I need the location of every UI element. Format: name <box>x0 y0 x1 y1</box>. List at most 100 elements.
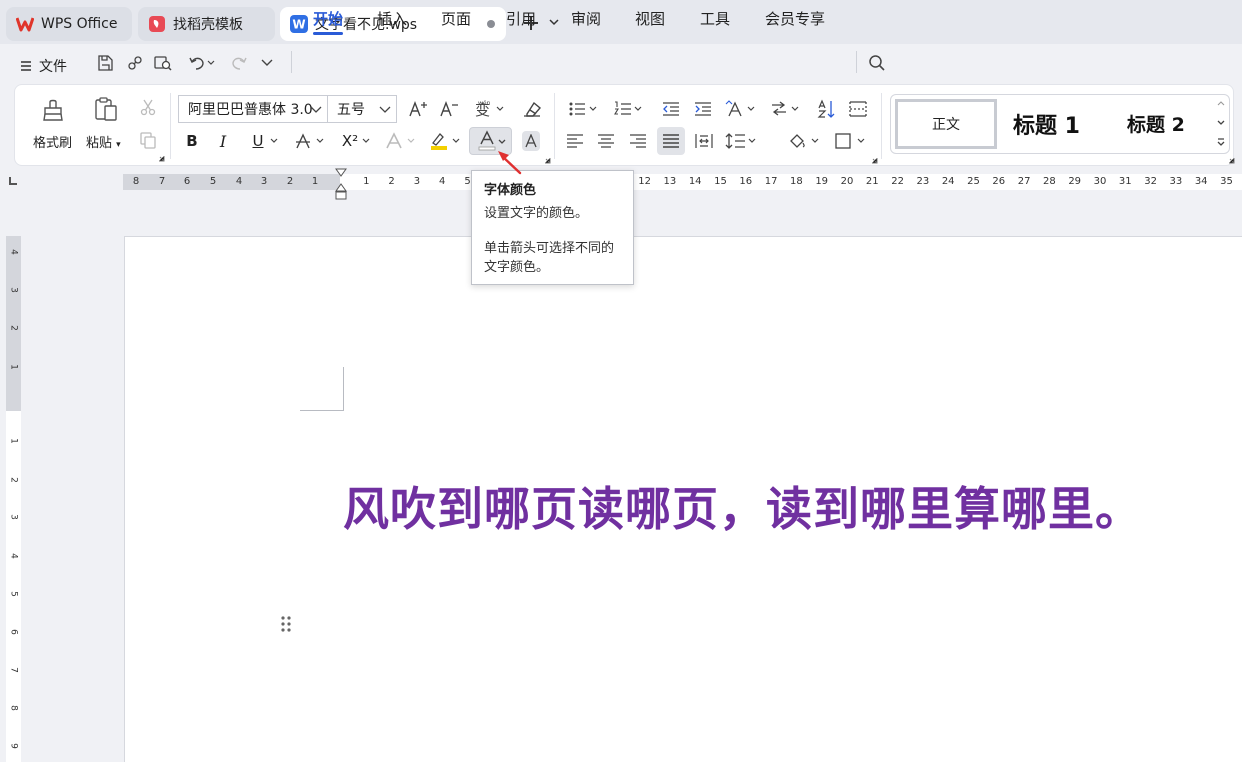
font-size-select[interactable]: 五号 <box>327 95 397 123</box>
tab-insert[interactable]: 插入 <box>377 8 407 30</box>
ruler-tick: 28 <box>1043 176 1056 187</box>
undo-chevron-icon[interactable] <box>205 52 217 74</box>
copy-icon <box>137 129 159 151</box>
document-body-text[interactable]: 风吹到哪页读哪页，读到哪里算哪里。 <box>343 473 1142 539</box>
svg-text:wén: wén <box>478 100 491 107</box>
italic-button[interactable]: I <box>212 129 234 153</box>
bullet-list-icon[interactable] <box>567 97 599 121</box>
search-icon[interactable] <box>866 52 888 74</box>
ruler-tick: 3 <box>8 287 19 293</box>
tab-view[interactable]: 视图 <box>635 8 665 30</box>
decrease-indent-icon[interactable] <box>660 97 682 121</box>
unsaved-dot-icon[interactable] <box>487 20 495 28</box>
show-marks-icon[interactable] <box>846 97 870 121</box>
font-launcher-icon[interactable] <box>544 157 551 164</box>
font-name-value: 阿里巴巴普惠体 3.0 <box>188 102 313 118</box>
indent-marker-icon[interactable] <box>335 168 347 200</box>
horizontal-ruler[interactable]: 8 7 6 5 4 3 2 1 1 2 3 4 5 12 13 14 15 16 17 18 19 20 21 22 23 24 2… <box>123 174 1242 190</box>
phonetic-guide-icon[interactable]: 变 wén <box>472 97 508 121</box>
superscript-chevron-icon[interactable] <box>362 138 370 144</box>
style-heading-1[interactable]: 标题 1 <box>1013 108 1080 140</box>
ruler-tick: 6 <box>8 629 19 635</box>
format-painter-label[interactable]: 格式刷 <box>33 132 72 151</box>
tab-label: 找稻壳模板 <box>173 17 243 33</box>
justify-icon[interactable] <box>657 127 685 155</box>
ruler-tick: 7 <box>8 667 19 673</box>
align-left-icon[interactable] <box>564 129 586 153</box>
bold-button[interactable]: B <box>181 129 203 153</box>
decrease-font-size-icon[interactable] <box>438 97 462 121</box>
tab-page[interactable]: 页面 <box>441 8 471 30</box>
strikethrough-chevron-icon[interactable] <box>316 138 324 144</box>
tab-home[interactable]: 开始 <box>313 8 344 35</box>
font-name-select[interactable]: 阿里巴巴普惠体 3.0 <box>178 95 328 123</box>
format-painter-icon[interactable] <box>37 93 69 125</box>
borders-icon[interactable] <box>833 129 867 153</box>
print-preview-icon[interactable] <box>152 52 174 74</box>
ruler-tick: 8 <box>8 705 19 711</box>
superscript-button[interactable]: X² <box>337 129 363 153</box>
file-menu[interactable]: 文件 <box>20 56 67 76</box>
document-page[interactable]: 风吹到哪页读哪页，读到哪里算哪里。 <box>124 236 1242 762</box>
strikethrough-icon[interactable] <box>292 129 314 153</box>
increase-indent-icon[interactable] <box>692 97 714 121</box>
tooltip-hint: 单击箭头可选择不同的文字颜色。 <box>484 241 615 275</box>
save-icon[interactable] <box>94 52 116 74</box>
paste-label[interactable]: 粘贴 ▾ <box>86 132 121 151</box>
numbered-list-icon[interactable] <box>612 97 644 121</box>
export-link-icon[interactable] <box>124 52 146 74</box>
underline-chevron-icon[interactable] <box>270 138 278 144</box>
font-color-tooltip: 字体颜色 设置文字的颜色。 单击箭头可选择不同的文字颜色。 <box>471 170 634 285</box>
styles-scroll-down-icon[interactable] <box>1217 120 1225 126</box>
shading-icon[interactable] <box>787 129 821 153</box>
increase-font-size-icon[interactable] <box>407 97 431 121</box>
tab-stop-selector-icon[interactable] <box>8 176 18 186</box>
style-normal[interactable]: 正文 <box>895 99 997 149</box>
tab-member[interactable]: 会员专享 <box>765 8 825 30</box>
line-spacing-icon[interactable] <box>724 129 758 153</box>
ruler-tick: 4 <box>8 553 19 559</box>
ruler-tick: 9 <box>8 743 19 749</box>
tab-references[interactable]: 引用 <box>506 8 536 30</box>
character-shading-icon[interactable] <box>522 131 540 151</box>
tab-review[interactable]: 审阅 <box>571 8 601 30</box>
ruler-tick: 5 <box>8 591 19 597</box>
styles-expand-icon[interactable] <box>1217 138 1225 148</box>
docer-icon <box>148 15 166 33</box>
ruler-tick: 1 <box>363 176 370 187</box>
tab-docer-templates[interactable]: 找稻壳模板 <box>138 7 275 41</box>
styles-launcher-icon[interactable] <box>1228 157 1235 164</box>
align-center-icon[interactable] <box>595 129 617 153</box>
highlight-chevron-icon[interactable] <box>452 138 460 144</box>
font-color-chevron-icon[interactable] <box>498 139 506 145</box>
ruler-tick: 25 <box>967 176 980 187</box>
chinese-layout-icon[interactable] <box>723 97 757 121</box>
distributed-align-icon[interactable] <box>692 129 716 153</box>
underline-button[interactable]: U <box>247 129 269 153</box>
align-right-icon[interactable] <box>627 129 649 153</box>
margin-corner-mark <box>300 367 344 411</box>
tab-wps-office[interactable]: WPS Office <box>6 7 132 41</box>
ruler-tick: 4 <box>8 249 19 255</box>
highlight-color-icon[interactable] <box>427 129 451 153</box>
quick-access-more-icon[interactable] <box>256 52 278 74</box>
clipboard-launcher-icon[interactable] <box>158 155 165 162</box>
tab-tools[interactable]: 工具 <box>700 8 730 30</box>
tab-list-chevron-icon[interactable] <box>549 18 559 26</box>
file-menu-label: 文件 <box>39 59 67 75</box>
sort-icon[interactable] <box>815 97 839 121</box>
ruler-tick: 33 <box>1169 176 1183 187</box>
wps-logo-icon <box>16 15 34 33</box>
clear-format-icon[interactable] <box>520 97 544 121</box>
drag-handle-icon[interactable] <box>280 615 292 633</box>
paste-icon[interactable] <box>90 93 122 125</box>
styles-scroll-up-icon[interactable] <box>1217 100 1225 106</box>
text-direction-icon[interactable] <box>769 97 803 121</box>
tooltip-description: 设置文字的颜色。 <box>484 206 589 221</box>
style-heading-2[interactable]: 标题 2 <box>1127 110 1185 137</box>
chevron-down-icon <box>379 106 391 113</box>
styles-gallery: 正文 标题 1 标题 2 <box>890 94 1230 154</box>
vertical-ruler[interactable]: 4 3 2 1 1 2 3 4 5 6 7 8 9 <box>6 236 21 762</box>
paragraph-launcher-icon[interactable] <box>871 157 878 164</box>
ruler-tick: 7 <box>158 176 166 187</box>
